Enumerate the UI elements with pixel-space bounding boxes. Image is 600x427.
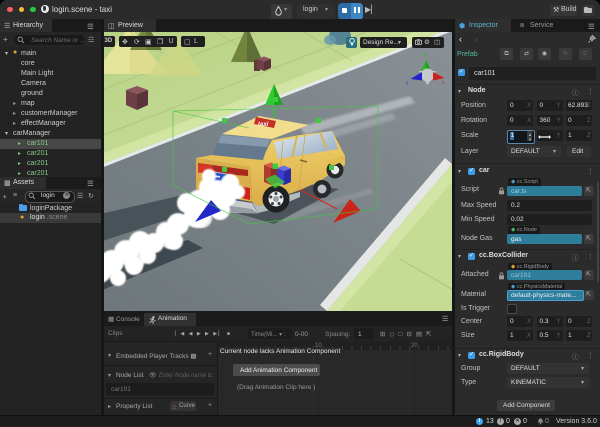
svg-text:taxi: taxi <box>258 122 269 128</box>
svg-text:Y: Y <box>423 54 427 60</box>
